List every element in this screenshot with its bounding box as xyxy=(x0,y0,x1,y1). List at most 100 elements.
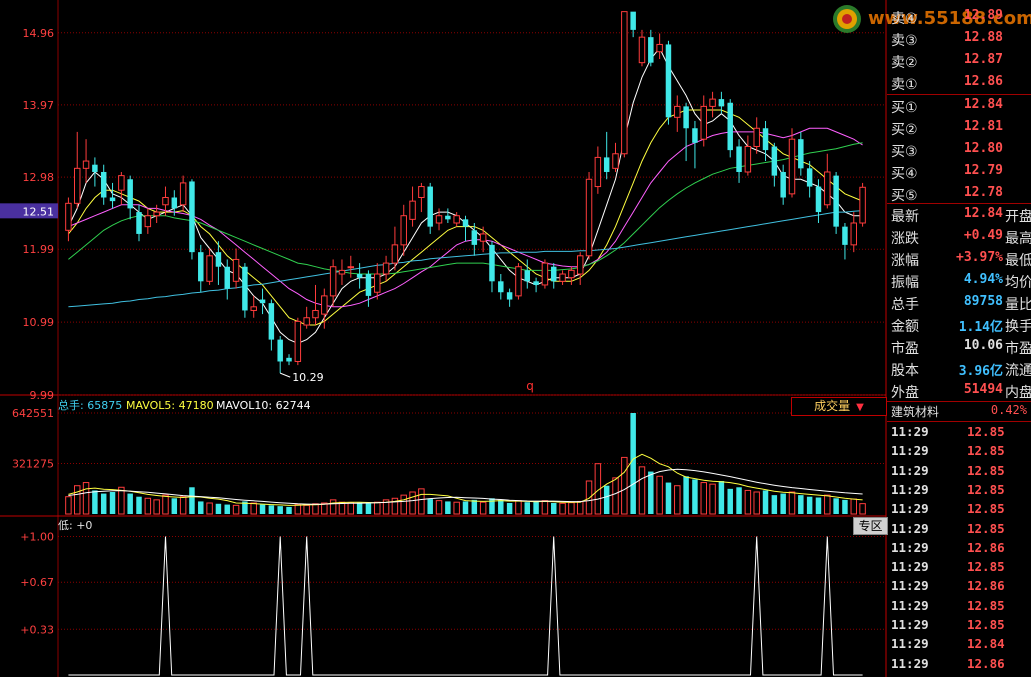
buy-row: 买② 12.81 xyxy=(887,117,1031,139)
sell-row: 卖② 12.87 xyxy=(887,50,1031,72)
site-logo xyxy=(831,3,863,35)
volume-bar xyxy=(435,500,443,515)
indicator-select-button[interactable]: 成交量 ▼ xyxy=(791,397,887,416)
indicator-legend: 低: +0 xyxy=(58,519,92,532)
candle-body xyxy=(427,186,433,227)
candle-body xyxy=(551,266,557,282)
sell-level-label: 卖① xyxy=(891,77,918,93)
tick-price: 12.86 xyxy=(967,539,1005,555)
volume-bar xyxy=(127,493,133,514)
candle-body xyxy=(206,255,213,282)
stat-ext-label: 开盘 xyxy=(1005,209,1031,225)
candle-body xyxy=(171,197,178,209)
tick-row: 11:29 12.86 xyxy=(887,577,1031,596)
tick-row: 11:29 12.85 xyxy=(887,481,1031,500)
volume-bar xyxy=(850,498,857,515)
stat-value: 51494 xyxy=(963,382,1003,397)
stat-row: 市盈 10.06 市盈 xyxy=(887,336,1031,358)
sector-change: 0.42% xyxy=(990,403,1027,417)
tick-row: 11:29 12.85 xyxy=(887,500,1031,519)
candle-body xyxy=(762,128,769,151)
volume-bar xyxy=(100,493,107,514)
tick-time: 11:29 xyxy=(891,520,929,536)
candle-body xyxy=(144,215,152,228)
logo-swirl-icon xyxy=(833,5,861,33)
candle-body xyxy=(303,317,310,326)
stat-value: 10.06 xyxy=(963,338,1003,353)
stat-ext-label: 最低 xyxy=(1005,253,1031,269)
stat-ext-label: 均价 xyxy=(1005,275,1031,291)
stat-row: 总手 89758 量比 xyxy=(887,292,1031,314)
volume-bar xyxy=(312,503,319,515)
stat-ext-label: 内盘 xyxy=(1005,385,1031,401)
stat-value: 89758 xyxy=(963,294,1003,309)
tick-row: 11:29 12.85 xyxy=(887,520,1031,539)
candle-body xyxy=(788,138,796,195)
candle-body xyxy=(736,146,742,172)
volume-bar xyxy=(692,479,698,514)
volume-bar xyxy=(179,496,187,515)
volume-bar xyxy=(648,471,654,514)
candle-body xyxy=(435,215,443,224)
candle-body xyxy=(109,197,116,202)
volume-bar xyxy=(445,501,451,514)
candle-body xyxy=(409,200,416,220)
volume-bar xyxy=(762,490,769,514)
price-tick-label: 12.98 xyxy=(23,171,55,184)
candle-body xyxy=(347,266,355,269)
candle-body xyxy=(541,262,549,286)
candle-body xyxy=(215,252,222,267)
volume-bar xyxy=(198,501,204,514)
volume-bar xyxy=(674,485,681,515)
volume-bar xyxy=(585,480,593,515)
candle-body xyxy=(329,266,337,297)
quote-sidebar: 卖④ 12.89 卖③ 12.88 卖② 12.87 卖① 12.86 买① 12.84 买② 12.… xyxy=(887,0,1031,677)
ma-line xyxy=(67,47,863,344)
stat-ext-label: 流通 xyxy=(1005,363,1031,379)
volume-bar xyxy=(700,482,707,515)
buy-level-label: 买② xyxy=(891,122,918,138)
volume-bar xyxy=(65,496,72,515)
price-tick-label: 10.99 xyxy=(23,316,55,329)
stat-label: 涨幅 xyxy=(891,253,919,269)
candle-body xyxy=(391,244,399,264)
candle-body xyxy=(603,157,610,172)
tick-row: 11:29 12.84 xyxy=(887,635,1031,654)
sell-level-label: 卖② xyxy=(891,55,918,71)
volume-bar xyxy=(576,500,584,515)
volume-bar xyxy=(427,499,433,514)
volume-legend-total: 总手: 65875 xyxy=(58,398,122,412)
tick-time: 11:29 xyxy=(891,655,929,671)
zone-button[interactable]: 专区 xyxy=(853,517,888,535)
candle-body xyxy=(118,175,125,191)
stat-row: 外盘 51494 内盘 xyxy=(887,380,1031,402)
volume-bar xyxy=(286,506,292,514)
buy-price: 12.78 xyxy=(963,185,1003,200)
candle-body xyxy=(74,167,81,204)
volume-bar xyxy=(109,491,116,514)
candle-body xyxy=(648,37,654,63)
tick-row: 11:29 12.85 xyxy=(887,442,1031,461)
volume-bar xyxy=(780,493,786,514)
buy-price: 12.80 xyxy=(963,141,1003,156)
candle-body xyxy=(445,215,451,220)
stat-value: 3.96亿 xyxy=(958,364,1003,379)
tick-time: 11:29 xyxy=(891,501,929,517)
candle-body xyxy=(771,146,778,176)
stat-value: 4.94% xyxy=(963,272,1003,287)
stat-ext-label: 量比 xyxy=(1005,297,1031,313)
volume-bar xyxy=(471,499,478,514)
volume-bar xyxy=(92,490,98,514)
candle-body xyxy=(674,105,681,118)
volume-legend-ma10: MAVOL10: 62744 xyxy=(216,399,311,412)
candle-body xyxy=(859,186,866,224)
volume-ma10-line xyxy=(68,468,863,505)
price-tick-label: 9.99 xyxy=(30,389,55,402)
price-tick-label: 14.96 xyxy=(23,27,55,40)
current-price-label: 12.51 xyxy=(23,205,55,218)
candle-body xyxy=(630,11,636,30)
volume-tick-label: 642551 xyxy=(12,407,54,420)
buy-row: 买④ 12.79 xyxy=(887,161,1031,183)
volume-bar xyxy=(74,485,81,515)
candle-body xyxy=(453,215,460,224)
